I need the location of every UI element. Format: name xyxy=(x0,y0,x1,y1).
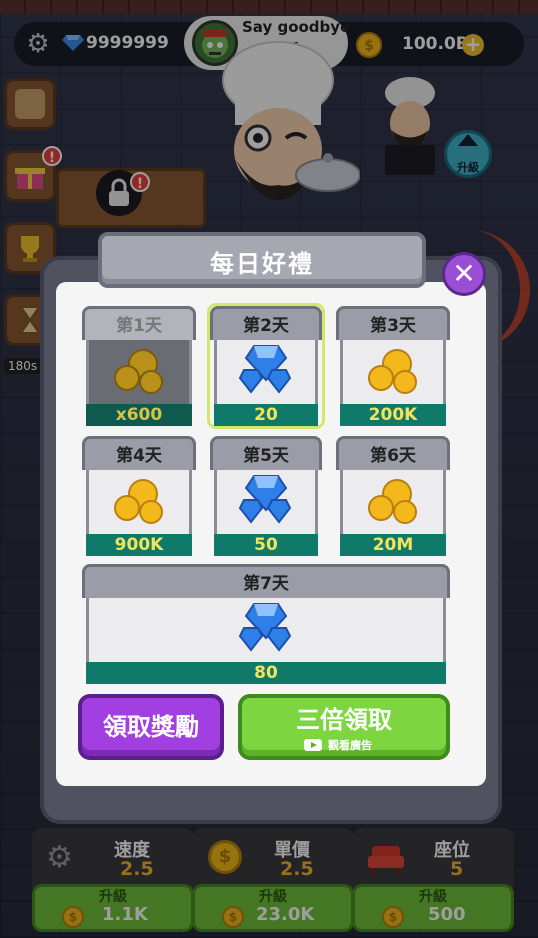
day-reward: 80 xyxy=(254,663,278,683)
day-label: 第3天 xyxy=(370,316,416,336)
day-reward: 900K xyxy=(114,535,164,555)
day-label: 第1天 xyxy=(116,316,162,336)
triple-claim-label: 三倍領取 xyxy=(296,706,392,734)
gem-cluster-icon xyxy=(238,345,292,394)
day-card-4[interactable]: 第4天 900K xyxy=(82,436,196,556)
coin-stack-icon xyxy=(368,349,417,394)
watch-ad-hint: 觀看廣告 xyxy=(304,737,372,753)
day-card-7[interactable]: 第7天 80 xyxy=(82,564,450,684)
gem-cluster-icon xyxy=(238,603,292,652)
day-label: 第6天 xyxy=(370,446,416,466)
dialog-title: 每日好禮 xyxy=(210,250,314,278)
coin-stack-icon xyxy=(368,479,417,524)
day-reward: 200K xyxy=(368,405,418,425)
day-card-5[interactable]: 第5天 50 xyxy=(210,436,322,556)
video-play-icon xyxy=(304,739,322,751)
day-reward: x600 xyxy=(115,405,163,425)
coin-stack-icon xyxy=(114,479,163,524)
day-label: 第2天 xyxy=(243,316,289,336)
day-reward: 20M xyxy=(372,535,414,555)
day-reward: 50 xyxy=(254,535,278,555)
day-reward: 20 xyxy=(254,405,278,425)
day-label: 第7天 xyxy=(243,574,289,594)
close-button[interactable]: ✕ xyxy=(442,252,486,296)
day-card-2[interactable]: 第2天 20 xyxy=(207,303,325,429)
watch-ad-label: 觀看廣告 xyxy=(328,739,372,752)
claim-reward-button[interactable]: 領取獎勵 xyxy=(78,694,224,760)
day-card-6[interactable]: 第6天 20M xyxy=(336,436,450,556)
day-card-3[interactable]: 第3天 200K xyxy=(336,306,450,426)
day-card-1[interactable]: 第1天 x600 xyxy=(82,306,196,426)
day-label: 第4天 xyxy=(116,446,162,466)
coin-stack-icon xyxy=(114,349,163,394)
day-label: 第5天 xyxy=(243,446,289,466)
gem-cluster-icon xyxy=(238,475,292,524)
